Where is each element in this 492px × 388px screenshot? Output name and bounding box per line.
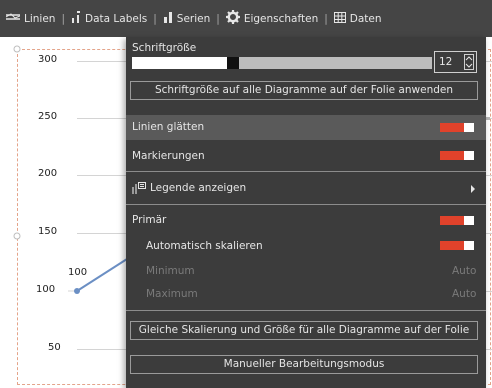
auto-scale-toggle[interactable]: [440, 241, 474, 250]
auto-scale-label: Automatisch skalieren: [146, 240, 263, 252]
legend-label: Legende anzeigen: [150, 182, 247, 194]
properties-panel: Schriftgröße 12 Schriftgröße auf alle Di…: [126, 37, 486, 388]
gridline: [486, 291, 492, 292]
gridline: [486, 349, 492, 350]
font-size-stepper[interactable]: 12: [434, 51, 477, 73]
toolbar-separator: |: [153, 12, 157, 25]
series-icon: [163, 11, 173, 26]
divider: [126, 171, 486, 172]
toolbar-lines-button[interactable]: Linien: [5, 12, 56, 25]
toolbar-lines-label: Linien: [24, 12, 56, 25]
legend-menu-item[interactable]: Legende anzeigen: [132, 182, 246, 194]
legend-icon: [132, 182, 146, 194]
divider: [126, 204, 486, 205]
minimum-value: Auto: [452, 265, 477, 277]
data-point[interactable]: [74, 288, 80, 294]
minimum-label: Minimum: [146, 265, 195, 277]
font-size-slider[interactable]: [132, 57, 432, 69]
chart-edge-marker: [486, 117, 490, 120]
chevron-right-icon: [471, 185, 475, 193]
toolbar-separator: |: [324, 12, 328, 25]
toolbar-data-labels-button[interactable]: Data Labels: [71, 11, 147, 26]
toolbar-separator: |: [61, 12, 66, 25]
smooth-lines-label: Linien glätten: [132, 121, 205, 133]
line-chart-icon: [5, 12, 21, 25]
toolbar-series-button[interactable]: Serien: [163, 11, 210, 26]
stepper-arrows[interactable]: [464, 54, 474, 70]
manual-edit-mode-button[interactable]: Manueller Bearbeitungsmodus: [130, 355, 478, 374]
toolbar-properties-label: Eigenschaften: [243, 12, 319, 25]
gridline: [486, 233, 492, 234]
font-size-label: Schriftgröße: [132, 42, 197, 54]
gridline: [486, 175, 492, 176]
toolbar-series-label: Serien: [176, 12, 211, 25]
smooth-lines-toggle[interactable]: [440, 123, 474, 132]
slider-track-remaining: [227, 57, 432, 69]
series-line[interactable]: [0, 37, 128, 388]
markers-toggle[interactable]: [440, 151, 474, 160]
toolbar-data-label: Daten: [349, 12, 382, 25]
apply-font-size-button[interactable]: Schriftgröße auf alle Diagramme auf der …: [130, 81, 478, 100]
gridline: [486, 61, 492, 62]
gear-icon: [225, 10, 240, 27]
toolbar-separator: |: [216, 12, 220, 25]
toolbar-data-button[interactable]: Daten: [333, 11, 382, 26]
table-icon: [333, 11, 346, 26]
same-scale-button[interactable]: Gleiche Skalierung und Größe für alle Di…: [130, 321, 478, 340]
toolbar-properties-button[interactable]: Eigenschaften: [225, 10, 319, 27]
font-size-value: 12: [439, 56, 453, 68]
markers-label: Markierungen: [132, 150, 205, 162]
primary-axis-label: Primär: [132, 214, 167, 226]
chevron-up-down-icon: [465, 56, 473, 68]
chart-toolbar: Linien | Data Labels | Serien | Eigensch…: [0, 0, 492, 37]
toolbar-data-labels-label: Data Labels: [85, 12, 148, 25]
divider: [126, 310, 486, 311]
data-labels-icon: [71, 11, 81, 26]
primary-axis-toggle[interactable]: [440, 216, 474, 225]
slider-thumb[interactable]: [227, 57, 239, 69]
maximum-value: Auto: [452, 288, 477, 300]
maximum-label: Maximum: [146, 288, 198, 300]
